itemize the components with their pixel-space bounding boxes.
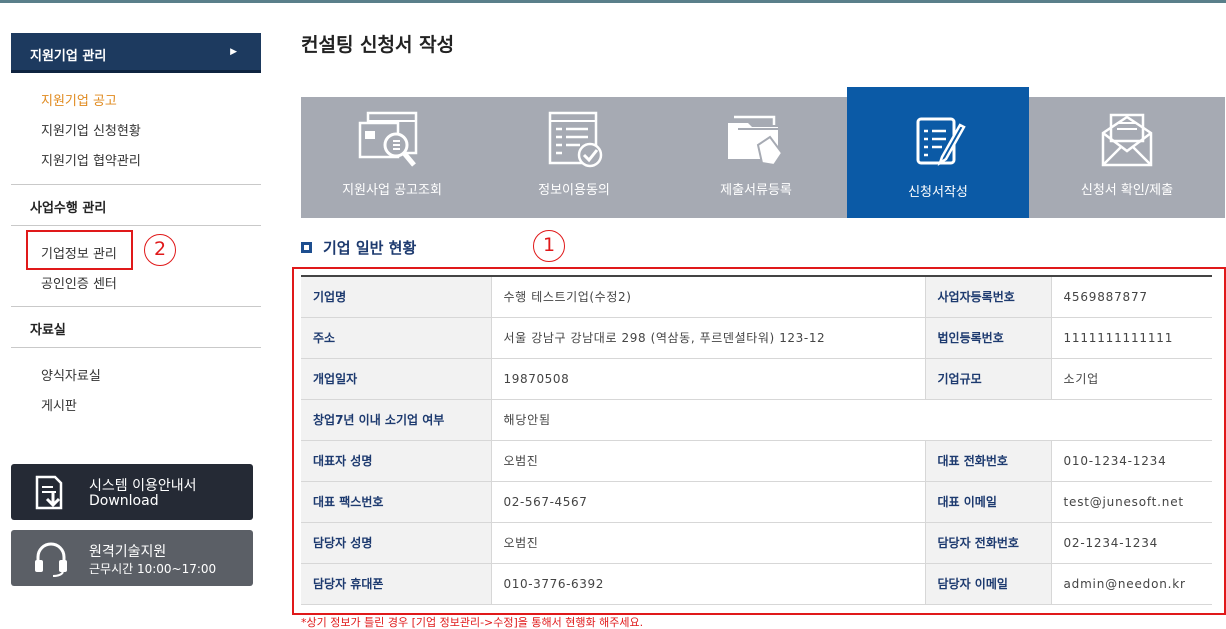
remote-support-title: 원격기술지원	[89, 544, 167, 560]
sidebar-item-forms[interactable]: 양식자료실	[41, 365, 101, 384]
headset-icon	[31, 540, 71, 582]
field-value: 오범진	[490, 522, 926, 564]
field-label: 대표 전화번호	[925, 440, 1051, 482]
download-document-icon	[31, 474, 71, 516]
field-label: 대표 팩스번호	[301, 481, 491, 523]
step-write-application[interactable]: 신청서작성	[847, 87, 1029, 218]
divider	[11, 225, 261, 226]
divider	[11, 184, 261, 185]
field-label: 사업자등록번호	[925, 276, 1051, 318]
table-row: 담당자 성명 오범진 담당자 전화번호 02-1234-1234	[301, 522, 1212, 564]
step-label: 제출서류등록	[720, 183, 792, 198]
section-title: 기업 일반 현황	[301, 237, 416, 258]
sidebar-item-support-notice[interactable]: 지원기업 공고	[41, 90, 117, 109]
divider	[11, 347, 261, 348]
chevron-right-icon: ▶	[230, 47, 237, 57]
field-value: 02-1234-1234	[1050, 522, 1212, 564]
field-value: 010-1234-1234	[1050, 440, 1212, 482]
table-row: 대표자 성명 오범진 대표 전화번호 010-1234-1234	[301, 440, 1212, 482]
field-value: 010-3776-6392	[490, 563, 926, 605]
manual-button-title: 시스템 이용안내서	[89, 478, 197, 494]
field-label: 창업7년 이내 소기업 여부	[301, 399, 491, 441]
step-label: 신청서작성	[908, 185, 968, 200]
manual-download-button[interactable]: 시스템 이용안내서 Download	[11, 464, 253, 520]
field-label: 법인등록번호	[925, 317, 1051, 359]
step-confirm-submit[interactable]: 신청서 확인/제출	[1029, 97, 1225, 218]
callout-1: 1	[533, 230, 565, 262]
remote-support-button[interactable]: 원격기술지원 근무시간 10:00~17:00	[11, 530, 253, 586]
step-notice-search[interactable]: 지원사업 공고조회	[301, 97, 483, 218]
sidebar-item-agreement[interactable]: 지원기업 협약관리	[41, 150, 141, 169]
callout-2: 2	[144, 234, 176, 266]
field-value: test@junesoft.net	[1050, 481, 1212, 523]
field-value: 소기업	[1050, 358, 1212, 400]
top-border	[0, 0, 1226, 3]
field-label: 담당자 전화번호	[925, 522, 1051, 564]
remote-support-hours: 근무시간 10:00~17:00	[89, 562, 217, 576]
step-document-register[interactable]: 제출서류등록	[665, 97, 847, 218]
sidebar-item-company-info[interactable]: 기업정보 관리	[41, 243, 117, 262]
table-row: 담당자 휴대폰 010-3776-6392 담당자 이메일 admin@needon.…	[301, 563, 1212, 605]
step-label: 정보이용동의	[538, 183, 610, 198]
field-label: 담당자 이메일	[925, 563, 1051, 605]
field-label: 대표 이메일	[925, 481, 1051, 523]
process-steps: 지원사업 공고조회 정보이용동의 제출서류등록 신청서작성 신청서 확인/제출	[301, 87, 1225, 218]
file-folders-icon	[718, 109, 794, 177]
field-label: 대표자 성명	[301, 440, 491, 482]
sidebar-header-label: 지원기업 관리	[30, 49, 107, 64]
field-value: 19870508	[490, 358, 926, 400]
table-row: 주소 서울 강남구 강남대로 298 (역삼동, 푸르덴셜타워) 123-12 법인…	[301, 317, 1212, 359]
sidebar-header-support-company[interactable]: 지원기업 관리 ▶	[11, 33, 261, 73]
search-document-icon	[354, 109, 430, 177]
field-label: 기업규모	[925, 358, 1051, 400]
write-form-icon	[906, 113, 970, 173]
step-label: 신청서 확인/제출	[1080, 183, 1174, 198]
field-label: 기업명	[301, 276, 491, 318]
field-label: 개업일자	[301, 358, 491, 400]
field-label: 담당자 성명	[301, 522, 491, 564]
sidebar-section-archive[interactable]: 자료실	[30, 319, 66, 338]
table-row: 기업명 수행 테스트기업(수정2) 사업자등록번호 4569887877	[301, 276, 1212, 318]
field-value: 해당안됨	[490, 399, 1212, 441]
notice-text: *상기 정보가 틀린 경우 [기업 정보관리->수정]을 통해서 현행화 해주세…	[301, 616, 644, 629]
manual-button-subtitle: Download	[89, 493, 159, 509]
sidebar-item-certificate[interactable]: 공인인증 센터	[41, 273, 117, 292]
field-value: 수행 테스트기업(수정2)	[490, 276, 926, 318]
field-label: 주소	[301, 317, 491, 359]
company-info-table: 기업명 수행 테스트기업(수정2) 사업자등록번호 4569887877 주소 서울 강남…	[301, 275, 1212, 605]
field-value: 02-567-4567	[490, 481, 926, 523]
table-row: 창업7년 이내 소기업 여부 해당안됨	[301, 399, 1212, 441]
step-label: 지원사업 공고조회	[342, 183, 442, 198]
divider	[11, 306, 261, 307]
step-info-consent[interactable]: 정보이용동의	[483, 97, 665, 218]
field-value: 1111111111111	[1050, 317, 1212, 359]
mail-icon	[1089, 109, 1165, 177]
field-value: 4569887877	[1050, 276, 1212, 318]
sidebar-item-application-status[interactable]: 지원기업 신청현황	[41, 120, 141, 139]
table-row: 대표 팩스번호 02-567-4567 대표 이메일 test@junesoft.ne…	[301, 481, 1212, 523]
sidebar-section-business[interactable]: 사업수행 관리	[30, 197, 106, 216]
checklist-icon	[536, 109, 612, 177]
sidebar-item-board[interactable]: 게시판	[41, 395, 77, 414]
field-label: 담당자 휴대폰	[301, 563, 491, 605]
table-row: 개업일자 19870508 기업규모 소기업	[301, 358, 1212, 400]
field-value: 서울 강남구 강남대로 298 (역삼동, 푸르덴셜타워) 123-12	[490, 317, 926, 359]
page-title: 컨설팅 신청서 작성	[301, 34, 455, 56]
field-value: 오범진	[490, 440, 926, 482]
field-value: admin@needon.kr	[1050, 563, 1212, 605]
section-bullet-icon	[301, 242, 312, 253]
